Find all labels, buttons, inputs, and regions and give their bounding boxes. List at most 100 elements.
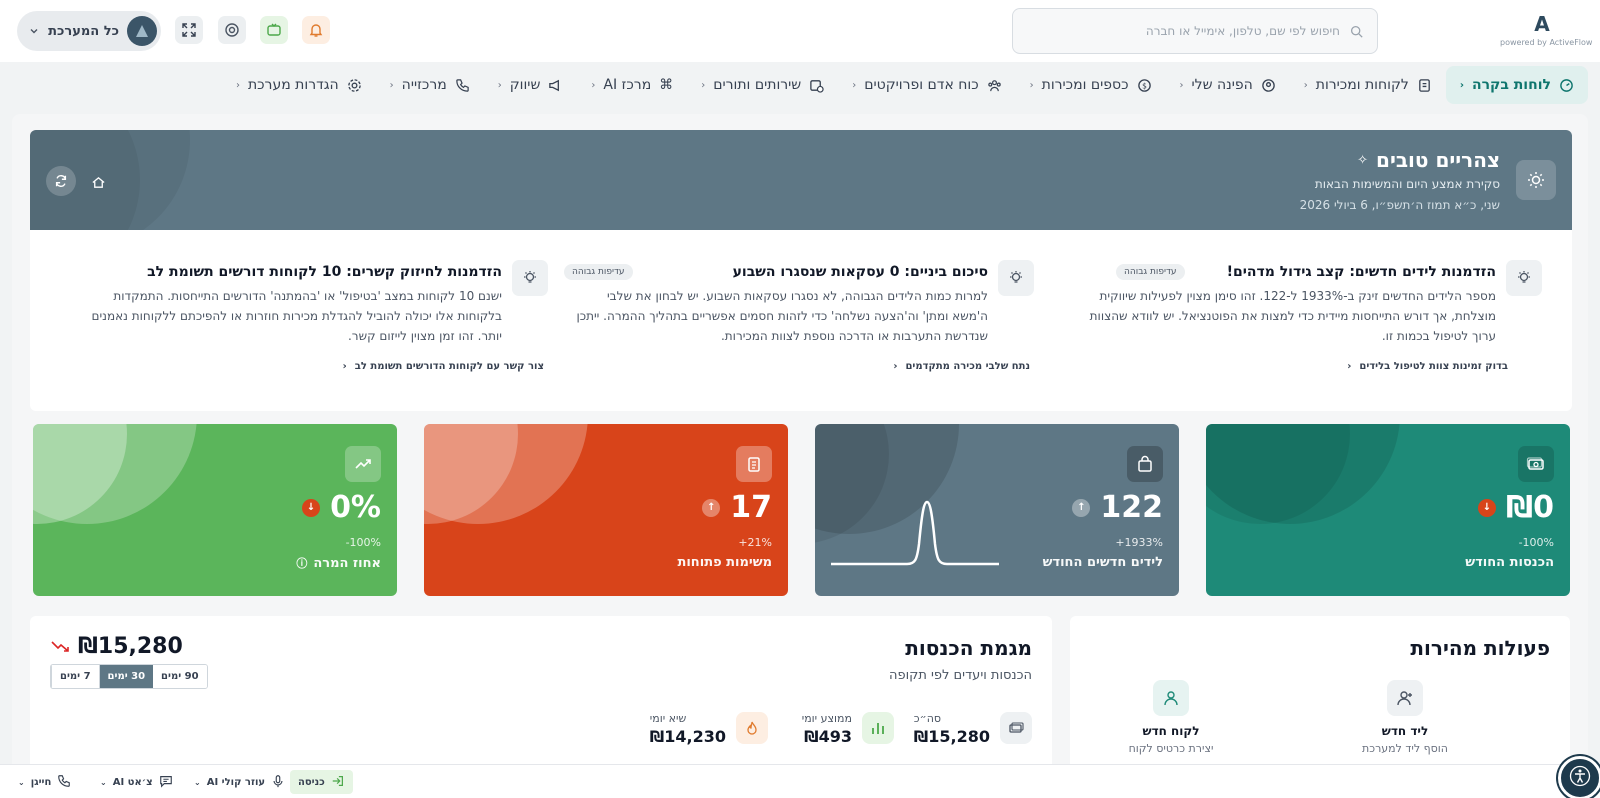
arrow-down-icon: ↓	[1477, 498, 1496, 517]
dashboard-icon	[1559, 78, 1574, 93]
chat-icon	[159, 774, 173, 791]
nav-item-settings[interactable]: הגדרות מערכת ‹	[222, 66, 376, 104]
insight-action-link[interactable]: בדוק זמינות צוות לטיפול בלידים ‹	[1347, 361, 1508, 372]
search-box[interactable]	[1012, 8, 1378, 54]
stat-daily-peak: שיא יומי ₪14,230	[650, 712, 768, 746]
settings-icon	[347, 78, 362, 93]
money-icon	[1518, 446, 1554, 482]
top-bar: A powered by ActiveFlow כל המערכת	[0, 0, 1600, 62]
stat-daily-average: ממוצע יומי ₪493	[802, 712, 894, 746]
insight-link-label: צור קשר עם לקוחות הדורשים תשומת לב	[354, 361, 544, 372]
insight-action-link[interactable]: צור קשר עם לקוחות הדורשים תשומת לב ‹	[343, 361, 544, 372]
team-icon	[987, 78, 1002, 93]
clipboard-icon	[736, 446, 772, 482]
nav-label: הגדרות מערכת	[247, 77, 339, 93]
kpi-change: +1933%	[1115, 536, 1163, 549]
insight-link-label: בדוק זמינות צוות לטיפול בלידים	[1359, 361, 1508, 372]
insight-link-label: נתח שלבי מכירה מתקדמים	[905, 361, 1030, 372]
lightbulb-icon	[512, 260, 548, 296]
stat-label: ממוצע יומי	[801, 712, 852, 725]
insight-title: סיכום ביניים: 0 עסקאות שנסגרו השבוע	[732, 264, 988, 280]
nav-item-finance[interactable]: $ כספים ומכירות ‹	[1016, 66, 1166, 104]
kpi-card-tasks[interactable]: 17 ↑ +21% משימות פתוחות	[424, 424, 788, 596]
stat-total: סה״כ ₪15,280	[914, 712, 1032, 746]
chevron-left-icon: ‹	[342, 361, 347, 372]
range-30-days[interactable]: 30 ימים	[98, 665, 154, 688]
chevron-down-icon	[29, 26, 39, 36]
range-7-days[interactable]: 7 ימים	[51, 665, 99, 688]
kpi-card-conversion[interactable]: 0% ↓ -100% אחוז המרה ⓘ	[33, 424, 397, 596]
accessibility-button[interactable]	[1558, 756, 1600, 798]
nav-item-my-corner[interactable]: הפינה שלי ‹	[1166, 66, 1290, 104]
chevron-down-icon: ⌄	[100, 777, 107, 787]
insight-title: הזדמנות לידים חדשים: קצב גידול מדהים!	[1226, 264, 1496, 280]
insight-action-link[interactable]: נתח שלבי מכירה מתקדמים ‹	[893, 361, 1030, 372]
priority-badge: עדיפות גבוהה	[1116, 264, 1185, 280]
insight-description: מספר הלידים החדשים זינק ב-1933% ל-122. ז…	[1089, 289, 1496, 343]
chevron-left-icon: ‹	[389, 79, 394, 91]
chat-label: צ׳אט AI	[112, 776, 153, 788]
entry-button[interactable]: כניסה	[290, 770, 353, 794]
nav-item-hr-projects[interactable]: כוח אדם ופרויקטים ‹	[838, 66, 1015, 104]
nav-item-dashboards[interactable]: לוחות בקרה ‹	[1445, 66, 1588, 104]
trend-up-icon	[345, 446, 381, 482]
fullscreen-button[interactable]	[175, 16, 203, 44]
refresh-button[interactable]	[46, 166, 76, 196]
chevron-down-icon: ⌄	[18, 777, 25, 787]
support-button[interactable]	[218, 16, 246, 44]
kpi-change: -100%	[345, 536, 381, 549]
tv-button[interactable]	[260, 16, 288, 44]
bottom-toolbar: כניסה עוזר קולי AI ⌄ צ׳אט AI ⌄ חייגן ⌄	[0, 764, 1600, 798]
quick-action-new-lead[interactable]: ליד חדש הוסף ליד למערכת	[1340, 680, 1470, 755]
chevron-left-icon: ‹	[1029, 79, 1034, 91]
nav-item-customers-sales[interactable]: לקוחות ומכירות ‹	[1290, 66, 1446, 104]
nav-item-ai-center[interactable]: ⌘ מרכז AI ‹	[577, 66, 687, 104]
ai-chat-button[interactable]: צ׳אט AI ⌄	[92, 770, 181, 794]
arrow-down-icon: ↓	[302, 498, 321, 517]
lightbulb-icon	[998, 260, 1034, 296]
kpi-value: 122 ↑	[1072, 490, 1163, 525]
nav-item-switchboard[interactable]: מרכזייה ‹	[376, 66, 484, 104]
kpi-label: משימות פתוחות	[677, 555, 772, 570]
sun-icon	[1516, 160, 1556, 200]
kpi-label-text: אחוז המרה	[313, 555, 381, 571]
chevron-left-icon: ‹	[701, 79, 706, 91]
kpi-value-text: ₪0	[1505, 490, 1554, 525]
home-button[interactable]	[86, 170, 110, 194]
user-menu[interactable]: כל המערכת	[17, 11, 161, 51]
kpi-card-revenue[interactable]: ₪0 ↓ -100% הכנסות החודש	[1206, 424, 1570, 596]
user-icon	[1153, 680, 1189, 716]
kpi-card-leads[interactable]: 122 ↑ +1933% לידים חדשים החודש	[815, 424, 1179, 596]
user-menu-label: כל המערכת	[48, 23, 119, 39]
logo[interactable]: A powered by ActiveFlow	[1500, 14, 1592, 47]
quick-action-subtitle: הוסף ליד למערכת	[1362, 742, 1448, 755]
voice-assistant-button[interactable]: עוזר קולי AI ⌄	[186, 770, 293, 794]
kpi-label: הכנסות החודש	[1465, 555, 1554, 570]
nav-item-marketing[interactable]: שיווק ‹	[484, 66, 578, 104]
quick-action-subtitle: יצירת כרטיס לקוח	[1128, 742, 1214, 755]
phone-icon	[57, 774, 71, 791]
kpi-label: אחוז המרה ⓘ	[296, 555, 381, 571]
kpi-value: ₪0 ↓	[1477, 490, 1554, 525]
chevron-left-icon: ‹	[1303, 79, 1308, 91]
nav-label: הפינה שלי	[1191, 77, 1253, 93]
sparkline-chart	[831, 500, 999, 566]
dialer-label: חייגן	[30, 776, 52, 788]
chevron-left-icon: ‹	[1347, 361, 1352, 372]
info-icon[interactable]: ⓘ	[296, 555, 307, 571]
sparkle-icon: ✧	[1357, 152, 1369, 168]
dialer-button[interactable]: חייגן ⌄	[10, 770, 79, 794]
quick-action-new-customer[interactable]: לקוח חדש יצירת כרטיס לקוח	[1106, 680, 1236, 755]
search-input[interactable]	[1027, 24, 1340, 38]
chevron-left-icon: ‹	[852, 79, 857, 91]
greeting-subtitle: סקירת אמצע היום והמשימות הבאות	[1314, 177, 1500, 191]
nav-item-services[interactable]: שירותים ותורים ‹	[687, 66, 838, 104]
kpi-value-text: 122	[1100, 490, 1163, 525]
user-circle-icon	[1261, 78, 1276, 93]
kpi-value-text: 0%	[330, 490, 381, 525]
tv-icon	[266, 22, 282, 38]
range-90-days[interactable]: 90 ימים	[153, 665, 207, 688]
notifications-button[interactable]	[302, 16, 330, 44]
command-icon: ⌘	[659, 77, 674, 93]
kpi-label-text: לידים חדשים החודש	[1042, 555, 1163, 570]
